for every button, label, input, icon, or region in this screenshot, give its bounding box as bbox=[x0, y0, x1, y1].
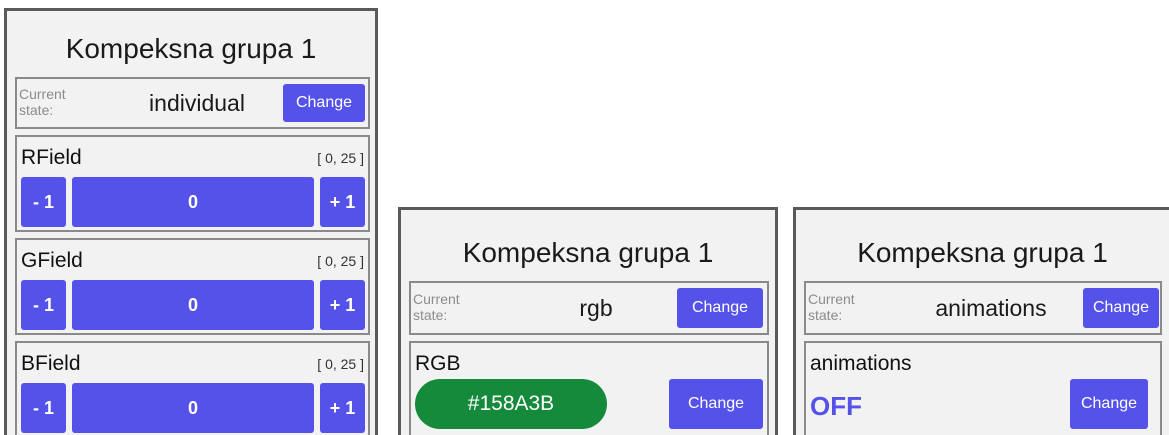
field-range: [ 0, 25 ] bbox=[317, 150, 364, 166]
field-card-b: BField [ 0, 25 ] - 1 0 + 1 bbox=[15, 341, 370, 435]
field-value: 0 bbox=[72, 383, 314, 433]
increment-button[interactable]: + 1 bbox=[320, 177, 365, 227]
panel-title: Kompeksna grupa 1 bbox=[65, 33, 317, 64]
animations-state-value: OFF bbox=[810, 391, 862, 421]
toggle-animations-button[interactable]: Change bbox=[1070, 379, 1148, 429]
panel-animations: Kompeksna grupa 1 Current state: animati… bbox=[793, 207, 1169, 435]
decrement-button[interactable]: - 1 bbox=[21, 177, 66, 227]
state-box: Current state: individual Change bbox=[15, 77, 370, 129]
field-name: animations bbox=[810, 352, 912, 375]
change-color-button[interactable]: Change bbox=[669, 379, 763, 429]
color-swatch[interactable]: #158A3B bbox=[415, 379, 607, 429]
state-label: Current state: bbox=[413, 291, 460, 323]
field-card-r: RField [ 0, 25 ] - 1 0 + 1 bbox=[15, 135, 370, 232]
change-state-button[interactable]: Change bbox=[283, 84, 365, 122]
field-card-rgb: RGB #158A3B Change bbox=[409, 341, 769, 435]
field-name: RField bbox=[21, 146, 82, 169]
field-value: 0 bbox=[72, 177, 314, 227]
increment-button[interactable]: + 1 bbox=[320, 383, 365, 433]
field-card-g: GField [ 0, 25 ] - 1 0 + 1 bbox=[15, 238, 370, 335]
state-value: individual bbox=[149, 90, 245, 116]
decrement-button[interactable]: - 1 bbox=[21, 280, 66, 330]
change-state-button[interactable]: Change bbox=[1083, 288, 1159, 328]
panel-title: Kompeksna grupa 1 bbox=[462, 237, 714, 268]
state-value: rgb bbox=[579, 295, 613, 321]
field-name: GField bbox=[21, 249, 83, 272]
state-label: Current state: bbox=[808, 291, 855, 323]
field-range: [ 0, 25 ] bbox=[317, 253, 364, 269]
field-range: [ 0, 25 ] bbox=[317, 356, 364, 372]
decrement-button[interactable]: - 1 bbox=[21, 383, 66, 433]
state-box: Current state: rgb Change bbox=[409, 281, 769, 335]
state-label: Current state: bbox=[19, 86, 66, 118]
state-value: animations bbox=[935, 295, 1047, 321]
increment-button[interactable]: + 1 bbox=[320, 280, 365, 330]
state-box: Current state: animations Change bbox=[804, 281, 1162, 335]
field-card-animations: animations OFF Change bbox=[804, 341, 1162, 435]
field-name: RGB bbox=[415, 352, 461, 375]
field-name: BField bbox=[21, 352, 81, 375]
change-state-button[interactable]: Change bbox=[677, 288, 763, 328]
panel-title: Kompeksna grupa 1 bbox=[857, 237, 1108, 268]
panel-rgb: Kompeksna grupa 1 Current state: rgb Cha… bbox=[398, 207, 778, 435]
panel-individual: Kompeksna grupa 1 Current state: individ… bbox=[4, 8, 378, 435]
field-value: 0 bbox=[72, 280, 314, 330]
